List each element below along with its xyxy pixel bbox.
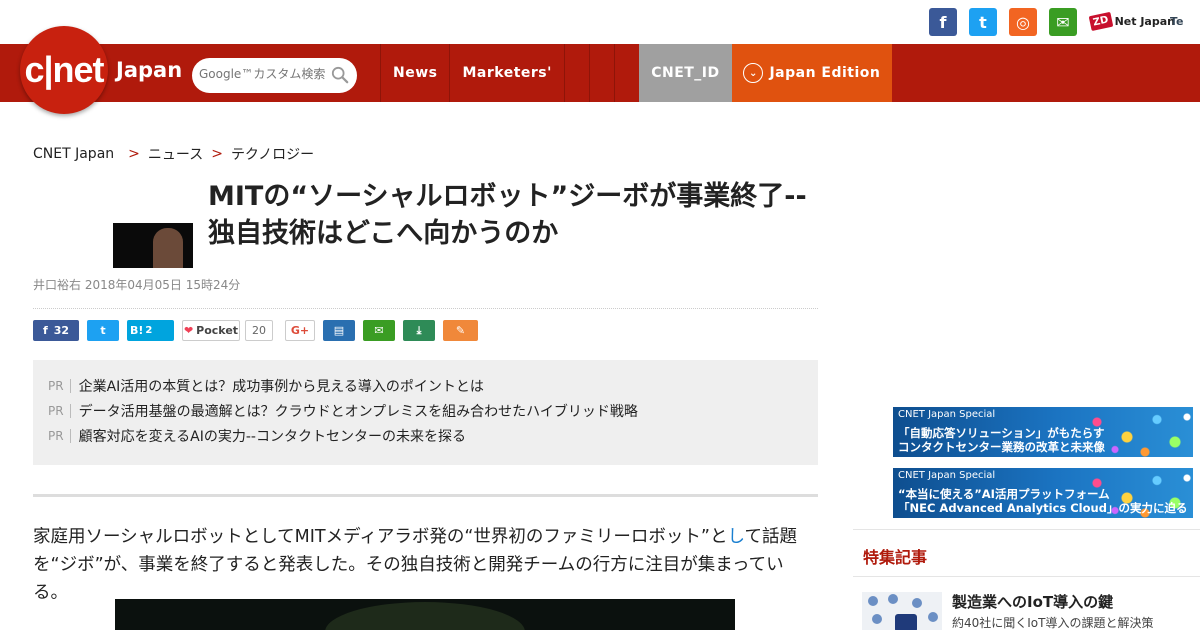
nav-item-blank[interactable] — [563, 44, 589, 102]
twitter-share-button[interactable]: t — [87, 320, 119, 341]
pocket-label: Pocket — [196, 324, 239, 337]
nav-item-blank[interactable] — [588, 44, 614, 102]
hatena-icon: B! — [130, 324, 144, 337]
pr-link-row: PR データ活用基盤の最適解とは？クラウドとオンプレミスを組み合わせたハイブリッ… — [48, 401, 638, 421]
mail-icon[interactable]: ✉ — [1049, 8, 1077, 36]
clip-button[interactable]: ✎ — [443, 320, 478, 341]
search-input[interactable] — [197, 66, 331, 82]
sidebar-banner[interactable]: CNET Japan Special “本当に使える”AI活用プラットフォーム「… — [893, 468, 1193, 518]
breadcrumb-separator: > — [211, 146, 223, 162]
pr-label: PR — [48, 379, 71, 393]
article-byline: 井口裕右 2018年04月05日 15時24分 — [33, 278, 241, 292]
breadcrumb-home[interactable]: CNET Japan — [33, 146, 114, 162]
feature-description: 約40社に聞くIoT導入の課題と解決策 — [952, 616, 1154, 630]
banner-text: 「自動応答ソリューション」がもたらす コンタクトセンター業務の改革と未来像 — [898, 426, 1105, 454]
google-plus-button[interactable]: G+ — [285, 320, 315, 341]
pr-link[interactable]: データ活用基盤の最適解とは？クラウドとオンプレミスを組み合わせたハイブリッド戦略 — [79, 401, 638, 421]
pocket-button[interactable]: ❤ Pocket — [182, 320, 240, 341]
twitter-icon: t — [100, 324, 106, 337]
feature-thumbnail[interactable] — [862, 592, 942, 630]
pr-link-row: PR 企業AI活用の本質とは？成功事例から見える導入のポイントとは — [48, 376, 484, 396]
banner-text: “本当に使える”AI活用プラットフォーム 「NEC Advanced Analyt… — [898, 487, 1188, 515]
download-icon: ⤓ — [416, 323, 422, 337]
paperclip-icon: ✎ — [455, 324, 466, 337]
article-lead: 家庭用ソーシャルロボットとしてMITメディアラボ発の“世界初のファミリーロボット… — [33, 527, 797, 603]
facebook-share-button[interactable]: f 32 — [33, 320, 79, 341]
facebook-icon[interactable]: f — [929, 8, 957, 36]
sidebar-section-title: 特集記事 — [863, 548, 928, 567]
techrepublic-link[interactable]: Te — [1170, 9, 1184, 33]
google-plus-icon: G+ — [290, 324, 310, 337]
feature-title[interactable]: 製造業へのIoT導入の鍵 — [952, 591, 1113, 612]
pr-label: PR — [48, 429, 71, 443]
nav-menu: News Marketers' CNET_ID ⌄ Japan Edition — [380, 44, 892, 102]
zdnet-logo-icon: ZD — [1088, 11, 1113, 31]
print-icon: ▤ — [333, 324, 345, 337]
techrepublic-label: Te — [1170, 14, 1184, 28]
mail-icon: ✉ — [374, 324, 384, 337]
nav-cnet-id[interactable]: CNET_ID — [638, 44, 732, 102]
zdnet-label: Net Japan — [1114, 14, 1175, 28]
hatena-count: 2 — [145, 325, 153, 336]
print-button[interactable]: ▤ — [323, 320, 355, 341]
banner-tag: CNET Japan Special — [898, 470, 996, 481]
article-photo[interactable] — [115, 599, 735, 630]
breadcrumb-technology[interactable]: テクノロジー — [231, 144, 314, 164]
search-icon[interactable] — [331, 66, 349, 84]
search-box — [192, 58, 357, 93]
nav-japan-edition[interactable]: ⌄ Japan Edition — [731, 44, 892, 102]
sidebar-section-header: 特集記事 — [853, 529, 1200, 577]
twitter-icon[interactable]: t — [969, 8, 997, 36]
pocket-icon: ❤ — [183, 324, 194, 337]
facebook-icon: f — [42, 324, 48, 337]
pr-label: PR — [48, 404, 71, 418]
breadcrumb: CNET Japan > ニュース > テクノロジー — [33, 144, 314, 164]
sidebar-banner[interactable]: CNET Japan Special 「自動応答ソリューション」がもたらす コンタ… — [893, 407, 1193, 457]
text-highlight: し — [727, 527, 745, 547]
chevron-down-icon: ⌄ — [743, 63, 764, 83]
nav-news[interactable]: News — [380, 44, 449, 102]
nav-marketers[interactable]: Marketers' — [449, 44, 563, 102]
email-share-button[interactable]: ✉ — [363, 320, 395, 341]
pr-link-row: PR 顧客対応を変えるAIの実力--コンタクトセンターの未来を探る — [48, 426, 466, 446]
rss-icon[interactable]: ◎ — [1009, 8, 1037, 36]
logo-japan-label: Japan — [116, 58, 183, 82]
nav-item-blank[interactable] — [613, 44, 639, 102]
facebook-count: 32 — [53, 324, 70, 337]
pr-link[interactable]: 顧客対応を変えるAIの実力--コンタクトセンターの未来を探る — [79, 426, 466, 446]
cnet-logo[interactable]: c|net — [20, 26, 108, 114]
zdnet-japan-link[interactable]: ZD Net Japan — [1088, 9, 1175, 33]
pr-links-box: PR 企業AI活用の本質とは？成功事例から見える導入のポイントとは PR データ… — [33, 360, 818, 465]
banner-tag: CNET Japan Special — [898, 409, 996, 420]
top-utility-bar: f t ◎ ✉ ZD Net Japan Te — [0, 0, 1200, 44]
pocket-count: 20 — [245, 320, 273, 341]
divider — [33, 308, 818, 309]
hatena-bookmark-button[interactable]: B! 2 — [127, 320, 174, 341]
breadcrumb-news[interactable]: ニュース — [148, 144, 203, 164]
breadcrumb-separator: > — [128, 146, 140, 162]
download-button[interactable]: ⤓ — [403, 320, 435, 341]
divider — [33, 494, 818, 497]
edition-label: Japan Edition — [769, 65, 881, 81]
author-photo[interactable] — [113, 223, 193, 268]
share-bar: f 32 t B! 2 ❤ Pocket 20 G+ ▤ ✉ ⤓ ✎ — [33, 320, 486, 341]
pr-link[interactable]: 企業AI活用の本質とは？成功事例から見える導入のポイントとは — [79, 376, 484, 396]
article-title: MITの“ソーシャルロボット”ジーボが事業終了--独自技術はどこへ向かうのか — [208, 181, 807, 249]
